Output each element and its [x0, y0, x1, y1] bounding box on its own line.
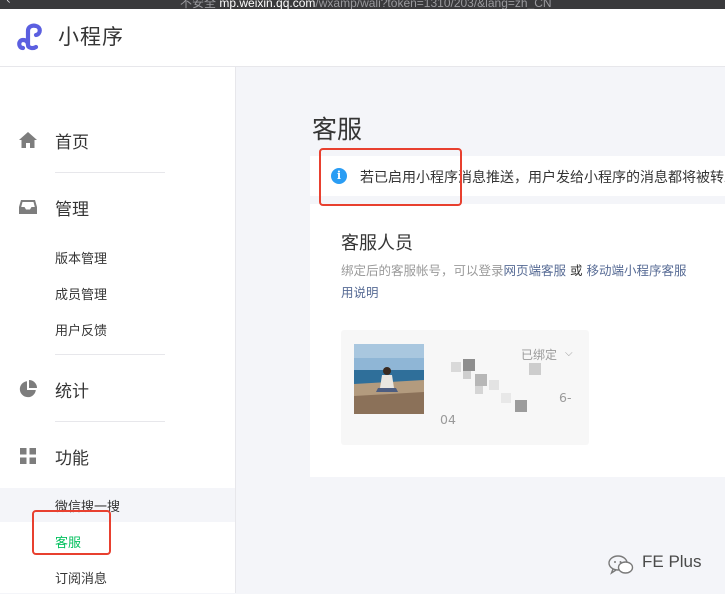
desc-text: 绑定后的客服帐号，可以登录 [341, 263, 504, 278]
customer-service-card: 客服人员 绑定后的客服帐号，可以登录网页端客服 或 移动端小程序客服 用说明 已… [310, 204, 725, 477]
watermark-text: FE Plus [642, 552, 702, 571]
url-host: mp.weixin.qq.com [219, 0, 316, 9]
sidebar-item-label: 功能 [55, 449, 89, 469]
divider [55, 172, 165, 173]
app-title: 小程序 [58, 25, 124, 49]
browser-address-bar[interactable]: ‹ 不安全 mp.weixin.qq.com/wxamp/wali?token=… [0, 0, 725, 9]
avatar [354, 344, 424, 414]
sidebar-item-home[interactable]: 首页 [0, 125, 235, 155]
grid-icon [20, 448, 36, 464]
divider [55, 354, 165, 355]
card-description: 绑定后的客服帐号，可以登录网页端客服 或 移动端小程序客服 用说明 [341, 260, 725, 304]
top-header: 小程序 [0, 9, 725, 67]
wechat-icon [608, 555, 634, 575]
sidebar-item-manage[interactable]: 管理 [0, 192, 235, 222]
usage-guide-link[interactable]: 用说明 [341, 285, 379, 300]
sidebar-item-label: 管理 [55, 200, 89, 220]
sidebar-item-label: 版本管理 [55, 252, 108, 267]
staff-member-card[interactable]: 已绑定 ⌵ 6- 04 [341, 330, 589, 445]
sidebar-item-subscribe-message[interactable]: 订阅消息 [0, 560, 235, 594]
home-icon [19, 132, 37, 148]
url-text[interactable]: 不安全 mp.weixin.qq.com/wxamp/wali?token=13… [180, 0, 552, 9]
mobile-service-link[interactable]: 移动端小程序客服 [587, 263, 687, 278]
card-title: 客服人员 [341, 233, 413, 254]
sidebar-item-label: 用户反馈 [55, 324, 108, 339]
inbox-icon [19, 200, 37, 214]
annotation-highlight-notice [319, 148, 462, 206]
bound-status-label: 已绑定 [521, 348, 558, 362]
sidebar-item-label: 成员管理 [55, 288, 108, 303]
divider [55, 421, 165, 422]
url-path: /wxamp/wali?token=1310/203/&lang=zh_CN [315, 0, 552, 9]
sidebar-item-label: 统计 [55, 382, 89, 402]
page-title: 客服 [312, 115, 363, 144]
sidebar-item-member-manage[interactable]: 成员管理 [0, 276, 235, 310]
bind-date-part: 04 [440, 412, 456, 427]
main-content: 客服 i 若已启用小程序消息推送，用户发给小程序的消息都将被转发 客服人员 绑定… [236, 67, 725, 593]
security-label: 不安全 [180, 0, 217, 9]
sidebar-item-stats[interactable]: 统计 [0, 374, 235, 404]
sidebar-item-label: 订阅消息 [55, 572, 108, 587]
chevron-down-icon[interactable]: ⌵ [565, 348, 573, 359]
sidebar-item-user-feedback[interactable]: 用户反馈 [0, 312, 235, 346]
mini-program-logo-icon[interactable] [16, 21, 50, 53]
sidebar-item-features[interactable]: 功能 [0, 441, 235, 471]
web-service-link[interactable]: 网页端客服 [504, 263, 567, 278]
annotation-highlight-customer-service [32, 510, 111, 555]
back-arrow-icon[interactable]: ‹ [6, 0, 11, 7]
bind-date-part: 6- [559, 390, 572, 405]
pie-chart-icon [19, 380, 37, 398]
sidebar-item-version-manage[interactable]: 版本管理 [0, 240, 235, 274]
sidebar-item-label: 首页 [55, 133, 89, 153]
desc-or: 或 [570, 263, 583, 278]
